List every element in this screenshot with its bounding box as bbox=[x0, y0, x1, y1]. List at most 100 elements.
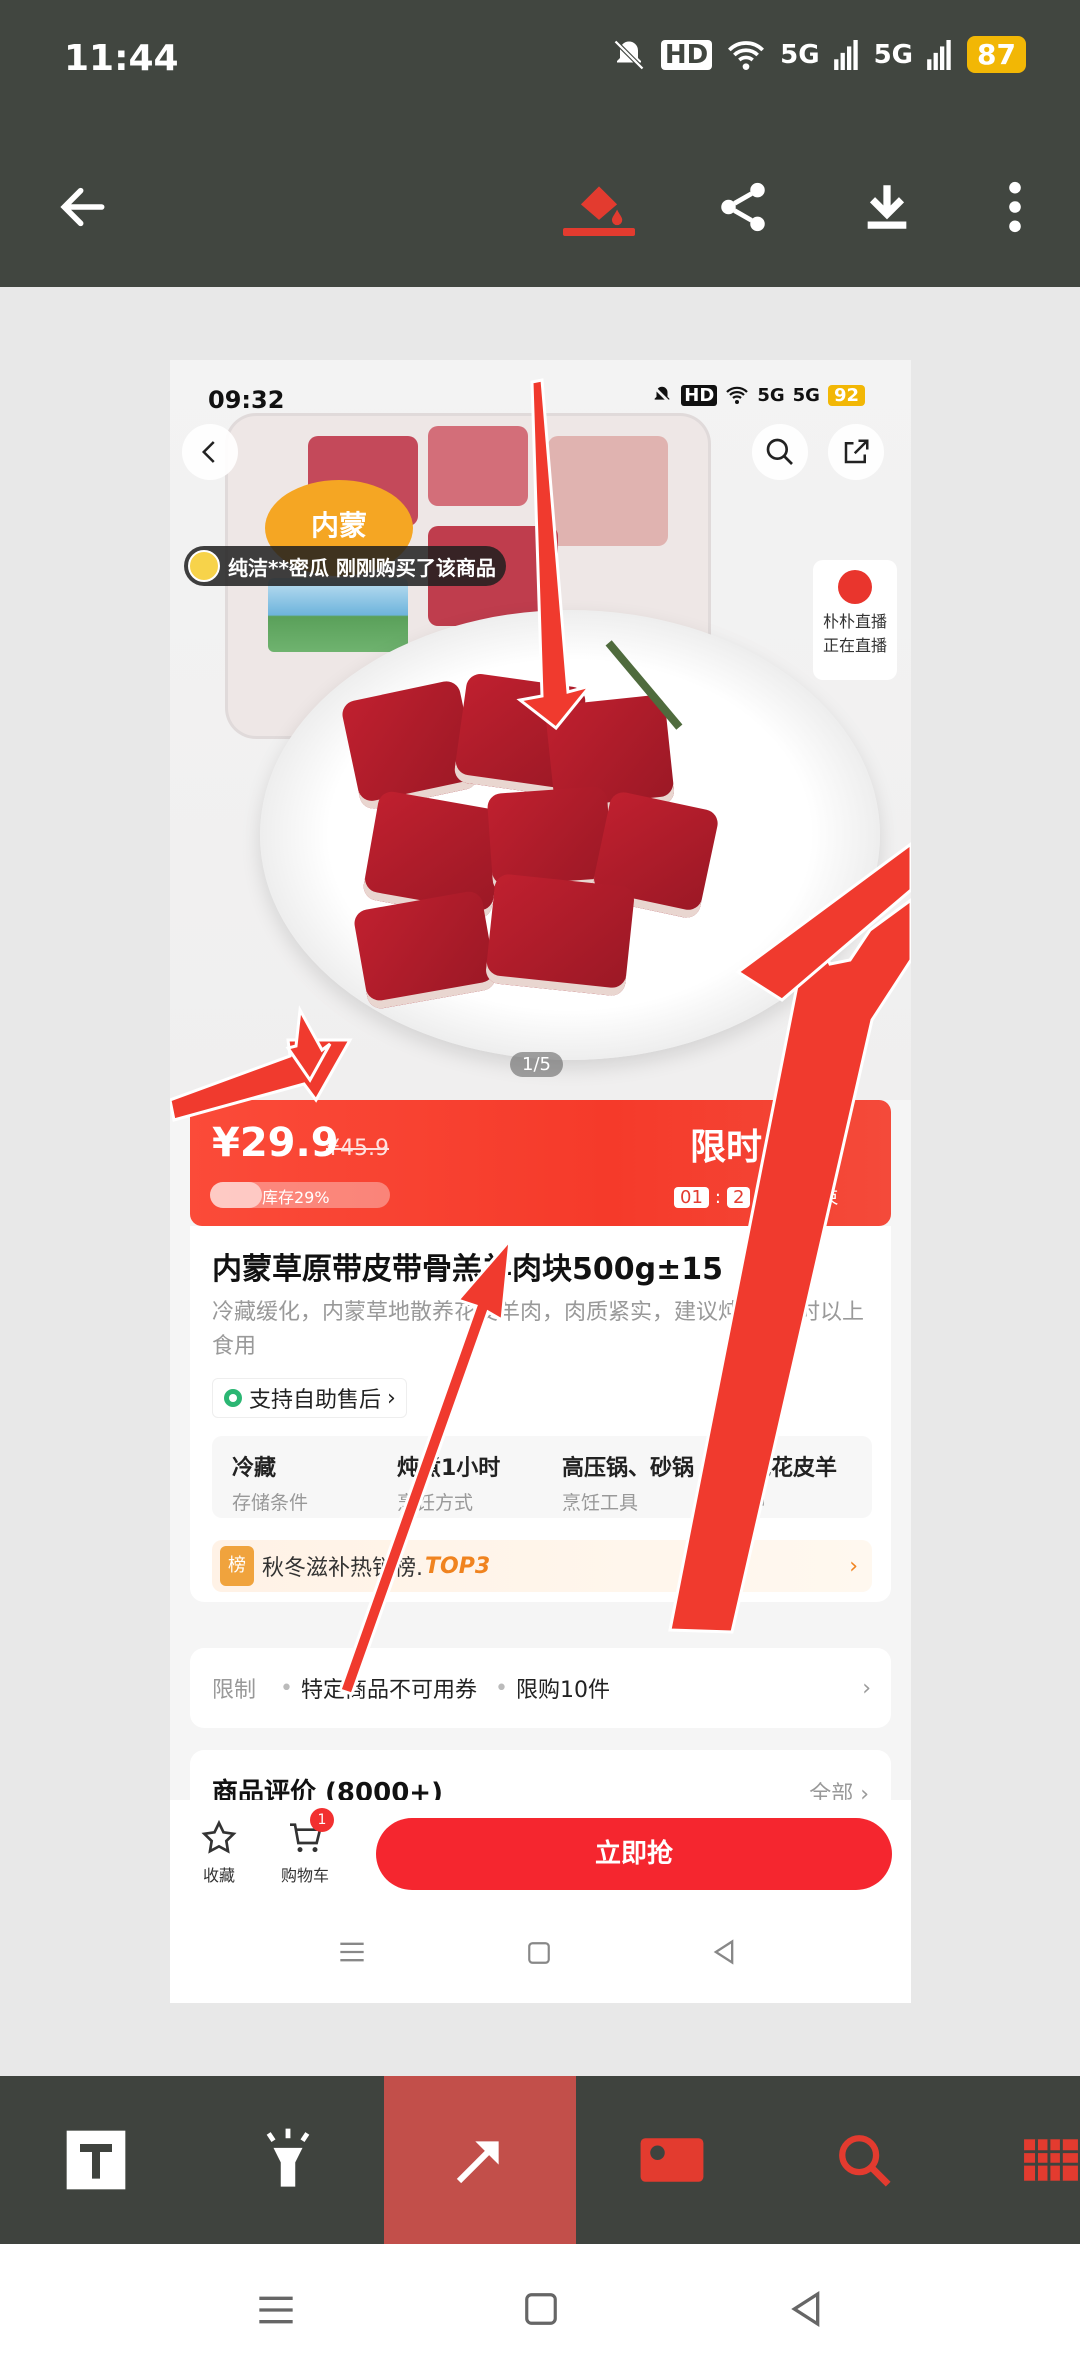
limit-label: 限制 bbox=[212, 1678, 257, 1703]
hd-icon: HD bbox=[681, 384, 718, 406]
product-info-card: 内蒙草原带皮带骨羔羊肉块500g±15 冷藏缓化，内蒙草地散养花皮羊肉，肉质紧实… bbox=[190, 1226, 891, 1602]
countdown: 01 : 2 结束 bbox=[674, 1184, 838, 1210]
fill-color-button[interactable] bbox=[554, 162, 644, 252]
system-nav-bar bbox=[0, 2244, 1080, 2376]
cart-button[interactable]: 1 购物车 bbox=[270, 1808, 340, 1886]
attribute: 炖煮1小时 烹饪方式 bbox=[377, 1436, 542, 1518]
download-icon bbox=[867, 185, 907, 229]
attribute: 草地花皮羊 品种 bbox=[707, 1436, 872, 1518]
meat-piece bbox=[484, 872, 636, 998]
favorite-button[interactable]: 收藏 bbox=[184, 1818, 254, 1886]
signal-bars-icon-2 bbox=[927, 39, 951, 70]
countdown-minutes: 2 bbox=[726, 1186, 751, 1208]
arrow-tool-button[interactable] bbox=[384, 2076, 576, 2244]
current-price: ¥29.9 bbox=[212, 1120, 339, 1166]
product-subtitle: 冷藏缓化，内蒙草地散养花皮羊肉，肉质紧实，建议炖煮1小时以上食用 bbox=[212, 1300, 864, 1359]
mosaic-tool-button[interactable] bbox=[960, 2076, 1080, 2244]
flashlight-icon bbox=[266, 2128, 310, 2187]
countdown-hours: 01 bbox=[674, 1186, 709, 1208]
status-bar: 11:44 HD 5G 5G 87 bbox=[0, 0, 1080, 120]
wifi-icon bbox=[726, 386, 749, 404]
chevron-left-icon bbox=[201, 441, 215, 463]
highlight-tool-button[interactable] bbox=[192, 2076, 384, 2244]
status-icons: HD 5G 5G 87 bbox=[611, 36, 1026, 73]
rank-text: 秋冬滋补热销榜. bbox=[262, 1556, 423, 1581]
buy-now-button[interactable]: 立即抢 bbox=[376, 1818, 892, 1890]
star-icon bbox=[201, 1819, 237, 1854]
signal-5g-icon-2: 5G bbox=[792, 384, 820, 406]
live-line1: 朴朴直播 bbox=[822, 612, 887, 631]
favorite-label: 收藏 bbox=[202, 1866, 235, 1885]
menu-icon[interactable] bbox=[338, 1940, 366, 1964]
live-stream-entry[interactable]: 朴朴直播 正在直播 bbox=[813, 560, 897, 680]
tray-meat-piece bbox=[548, 436, 668, 546]
rank-top: TOP3 bbox=[425, 1553, 491, 1579]
recent-buyer-text: 纯洁**密瓜 刚刚购买了该商品 bbox=[228, 555, 496, 580]
arrow-tool-icon bbox=[456, 2141, 499, 2184]
ranking-entry[interactable]: 榜 秋冬滋补热销榜. TOP3 › bbox=[212, 1540, 872, 1592]
status-time: 11:44 bbox=[64, 38, 179, 79]
back-button[interactable] bbox=[38, 162, 128, 252]
more-vert-icon bbox=[1009, 181, 1021, 233]
attribute-key: 存储条件 bbox=[232, 1492, 309, 1514]
avatar bbox=[188, 550, 220, 582]
text-tool-button[interactable] bbox=[0, 2076, 192, 2244]
home-icon[interactable] bbox=[522, 2290, 560, 2328]
attribute-key: 烹饪方式 bbox=[397, 1492, 474, 1514]
attribute-value: 草地花皮羊 bbox=[727, 1456, 838, 1481]
inner-status-bar: 09:32 HD 5G 5G 92 bbox=[170, 360, 911, 440]
cart-label: 购物车 bbox=[280, 1866, 329, 1885]
product-share-button[interactable] bbox=[828, 424, 884, 480]
rank-badge-icon: 榜 bbox=[220, 1546, 254, 1586]
editor-toolbar bbox=[0, 140, 1080, 270]
signal-5g-icon-2: 5G bbox=[873, 39, 914, 70]
attribute: 冷藏 存储条件 bbox=[212, 1436, 377, 1518]
limit-dot: • bbox=[495, 1675, 508, 1701]
attribute-key: 品种 bbox=[727, 1492, 766, 1514]
fill-tool-active-indicator bbox=[563, 228, 635, 236]
chevron-right-icon: › bbox=[862, 1675, 871, 1701]
countdown-separator: : bbox=[714, 1186, 721, 1208]
zoom-tool-button[interactable] bbox=[768, 2076, 960, 2244]
more-button[interactable] bbox=[970, 162, 1060, 252]
menu-icon[interactable] bbox=[256, 2292, 296, 2328]
annotation-tools-dock bbox=[0, 2076, 1080, 2244]
product-attributes[interactable]: 冷藏 存储条件 炖煮1小时 烹饪方式 高压锅、砂锅 烹饪工具 草地花皮羊 品种 bbox=[212, 1436, 872, 1518]
stock-text: 库存29% bbox=[262, 1188, 330, 1207]
signal-5g-icon: 5G bbox=[780, 39, 820, 70]
text-tool-icon bbox=[66, 2130, 126, 2190]
after-sale-support[interactable]: 支持自助售后 › bbox=[212, 1378, 407, 1418]
purchase-limits[interactable]: 限制 • 特定商品不可用券 • 限购10件 › bbox=[190, 1648, 891, 1728]
product-search-button[interactable] bbox=[752, 424, 808, 480]
support-text: 支持自助售后 bbox=[249, 1388, 382, 1413]
image-pager: 1/5 bbox=[510, 1052, 563, 1077]
limit-item-coupon: 特定商品不可用券 bbox=[301, 1678, 478, 1703]
chevron-right-icon: › bbox=[849, 1553, 858, 1579]
product-image[interactable]: 内蒙 09:32 HD 5G 5G 92 纯洁**密瓜 刚刚购买了该商品 朴朴直… bbox=[170, 360, 911, 1100]
countdown-suffix: 结束 bbox=[802, 1188, 839, 1209]
back-triangle-icon[interactable] bbox=[710, 1938, 738, 1966]
inner-status-time: 09:32 bbox=[208, 386, 285, 414]
inner-nav-bar bbox=[170, 1900, 911, 2003]
wifi-icon bbox=[728, 40, 765, 70]
home-icon[interactable] bbox=[526, 1940, 552, 1966]
limit-dot: • bbox=[280, 1675, 293, 1701]
product-back-button[interactable] bbox=[182, 424, 238, 480]
back-arrow-icon bbox=[60, 187, 105, 227]
stock-progress-fill bbox=[210, 1182, 263, 1208]
purchase-bar: 收藏 1 购物车 立即抢 bbox=[170, 1800, 911, 1900]
editor-header: 11:44 HD 5G 5G 87 bbox=[0, 0, 1080, 287]
mosaic-icon bbox=[1024, 2139, 1078, 2181]
share-button[interactable] bbox=[698, 162, 788, 252]
live-icon bbox=[838, 570, 872, 604]
attribute-value: 高压锅、砂锅 bbox=[562, 1456, 695, 1481]
rectangle-tool-icon bbox=[640, 2138, 704, 2182]
support-icon bbox=[224, 1389, 242, 1407]
rectangle-tool-button[interactable] bbox=[576, 2076, 768, 2244]
flash-sale-banner: ¥29.9 ¥45.9 库存29% 限时 01 : 2 结束 bbox=[190, 1100, 891, 1226]
limit-item-quantity: 限购10件 bbox=[516, 1678, 610, 1703]
back-triangle-icon[interactable] bbox=[786, 2288, 826, 2330]
download-button[interactable] bbox=[842, 162, 932, 252]
grassland-picture bbox=[268, 578, 408, 652]
stock-progress: 库存29% bbox=[210, 1182, 390, 1208]
